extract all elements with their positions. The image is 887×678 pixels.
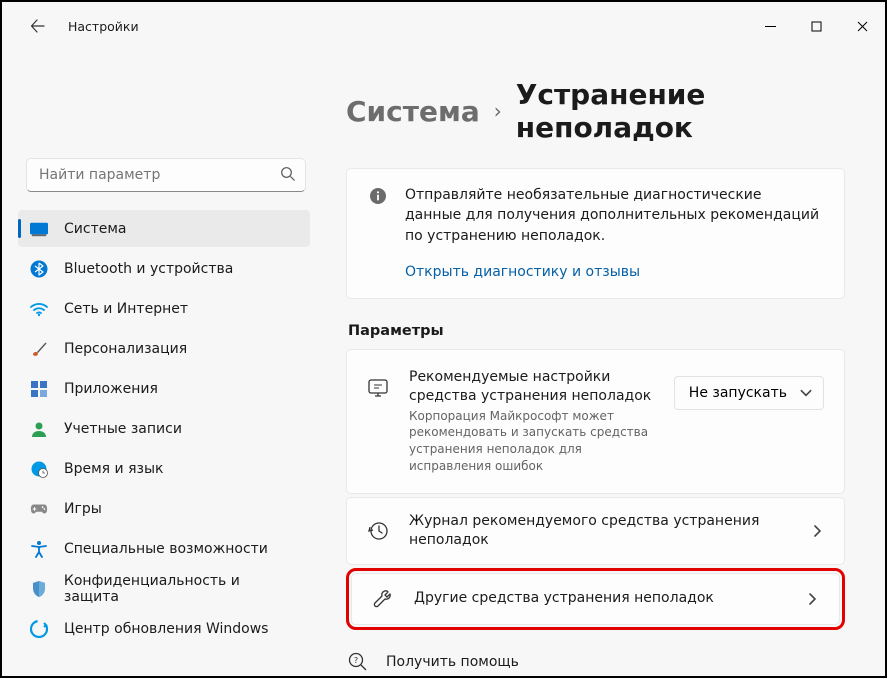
- arrow-left-icon: [30, 18, 46, 34]
- help-icon: ?: [348, 652, 368, 672]
- sidebar-item-label: Игры: [64, 501, 102, 517]
- sidebar-item-apps[interactable]: Приложения: [18, 370, 310, 407]
- get-help-link[interactable]: ? Получить помощь: [348, 652, 845, 672]
- sidebar-item-label: Персонализация: [64, 341, 187, 357]
- maximize-button[interactable]: [793, 6, 839, 46]
- sidebar-item-accounts[interactable]: Учетные записи: [18, 410, 310, 447]
- sidebar-item-label: Центр обновления Windows: [64, 621, 268, 637]
- open-diagnostics-link[interactable]: Открыть диагностику и отзывы: [405, 264, 640, 280]
- sidebar-item-label: Время и язык: [64, 461, 163, 477]
- chevron-down-icon: [799, 386, 813, 400]
- bluetooth-icon: [30, 260, 48, 278]
- minimize-icon: [765, 21, 776, 32]
- dropdown-value: Не запускать: [689, 385, 787, 401]
- troubleshoot-history-card[interactable]: Журнал рекомендуемого средства устранени…: [346, 497, 845, 565]
- monitor-chat-icon: [367, 378, 389, 400]
- back-button[interactable]: [22, 10, 54, 42]
- sidebar-item-privacy[interactable]: Конфиденциальность и защита: [18, 570, 310, 607]
- sidebar-item-bluetooth[interactable]: Bluetooth и устройства: [18, 250, 310, 287]
- diagnostic-info-text: Отправляйте необязательные диагностическ…: [405, 185, 822, 246]
- minimize-button[interactable]: [747, 6, 793, 46]
- search-box[interactable]: [26, 158, 306, 192]
- history-title: Журнал рекомендуемого средства устранени…: [409, 512, 790, 550]
- wifi-icon: [30, 300, 48, 318]
- sidebar-item-label: Конфиденциальность и защита: [64, 573, 298, 605]
- apps-icon: [30, 380, 48, 398]
- display-icon: [30, 220, 48, 238]
- search-icon: [280, 166, 296, 182]
- main-content: Система › Устранение неполадок Отправляй…: [322, 50, 885, 676]
- sidebar: Система Bluetooth и устройства Сеть и Ин…: [2, 50, 322, 676]
- accessibility-icon: [30, 540, 48, 558]
- recommended-title: Рекомендуемые настройки средства устране…: [409, 368, 654, 406]
- close-button[interactable]: [839, 6, 885, 46]
- window-controls: [747, 6, 885, 46]
- titlebar: Настройки: [2, 2, 885, 50]
- gamepad-icon: [30, 500, 48, 518]
- person-icon: [30, 420, 48, 438]
- sidebar-item-windows-update[interactable]: Центр обновления Windows: [18, 610, 310, 647]
- sidebar-item-time-language[interactable]: Время и язык: [18, 450, 310, 487]
- sidebar-item-label: Учетные записи: [64, 421, 182, 437]
- close-icon: [857, 21, 868, 32]
- sidebar-item-label: Система: [64, 221, 126, 237]
- brush-icon: [30, 340, 48, 358]
- highlighted-card: Другие средства устранения неполадок: [346, 568, 845, 630]
- update-icon: [30, 620, 48, 638]
- recommended-desc: Корпорация Майкрософт может рекомендоват…: [409, 408, 654, 475]
- sidebar-item-accessibility[interactable]: Специальные возможности: [18, 530, 310, 567]
- get-help-label: Получить помощь: [386, 654, 519, 670]
- chevron-right-icon: [810, 524, 824, 538]
- wrench-icon: [372, 588, 394, 610]
- sidebar-item-personalization[interactable]: Персонализация: [18, 330, 310, 367]
- chevron-right-icon: [805, 592, 819, 606]
- maximize-icon: [811, 21, 822, 32]
- app-title: Настройки: [68, 19, 139, 34]
- diagnostic-info-card: Отправляйте необязательные диагностическ…: [346, 168, 845, 299]
- sidebar-item-label: Приложения: [64, 381, 158, 397]
- other-title: Другие средства устранения неполадок: [414, 589, 785, 608]
- sidebar-item-gaming[interactable]: Игры: [18, 490, 310, 527]
- breadcrumb: Система › Устранение неполадок: [346, 78, 845, 144]
- recommended-mode-dropdown[interactable]: Не запускать: [674, 376, 824, 410]
- sidebar-item-network[interactable]: Сеть и Интернет: [18, 290, 310, 327]
- page-title: Устранение неполадок: [516, 78, 845, 144]
- info-icon: [369, 187, 387, 205]
- help-links: ? Получить помощь Быстрая помощь от друг…: [348, 652, 845, 676]
- sidebar-item-label: Сеть и Интернет: [64, 301, 188, 317]
- nav: Система Bluetooth и устройства Сеть и Ин…: [18, 210, 310, 647]
- globe-clock-icon: [30, 460, 48, 478]
- breadcrumb-parent[interactable]: Система: [346, 95, 480, 128]
- section-parameters-title: Параметры: [348, 323, 845, 339]
- chevron-right-icon: ›: [494, 99, 502, 123]
- recommended-settings-card: Рекомендуемые настройки средства устране…: [346, 349, 845, 494]
- sidebar-item-label: Специальные возможности: [64, 541, 268, 557]
- svg-text:?: ?: [354, 656, 358, 665]
- history-icon: [367, 520, 389, 542]
- shield-icon: [30, 580, 48, 598]
- search-input[interactable]: [26, 158, 306, 192]
- sidebar-item-system[interactable]: Система: [18, 210, 310, 247]
- other-troubleshooters-card[interactable]: Другие средства устранения неполадок: [351, 573, 840, 625]
- sidebar-item-label: Bluetooth и устройства: [64, 261, 233, 277]
